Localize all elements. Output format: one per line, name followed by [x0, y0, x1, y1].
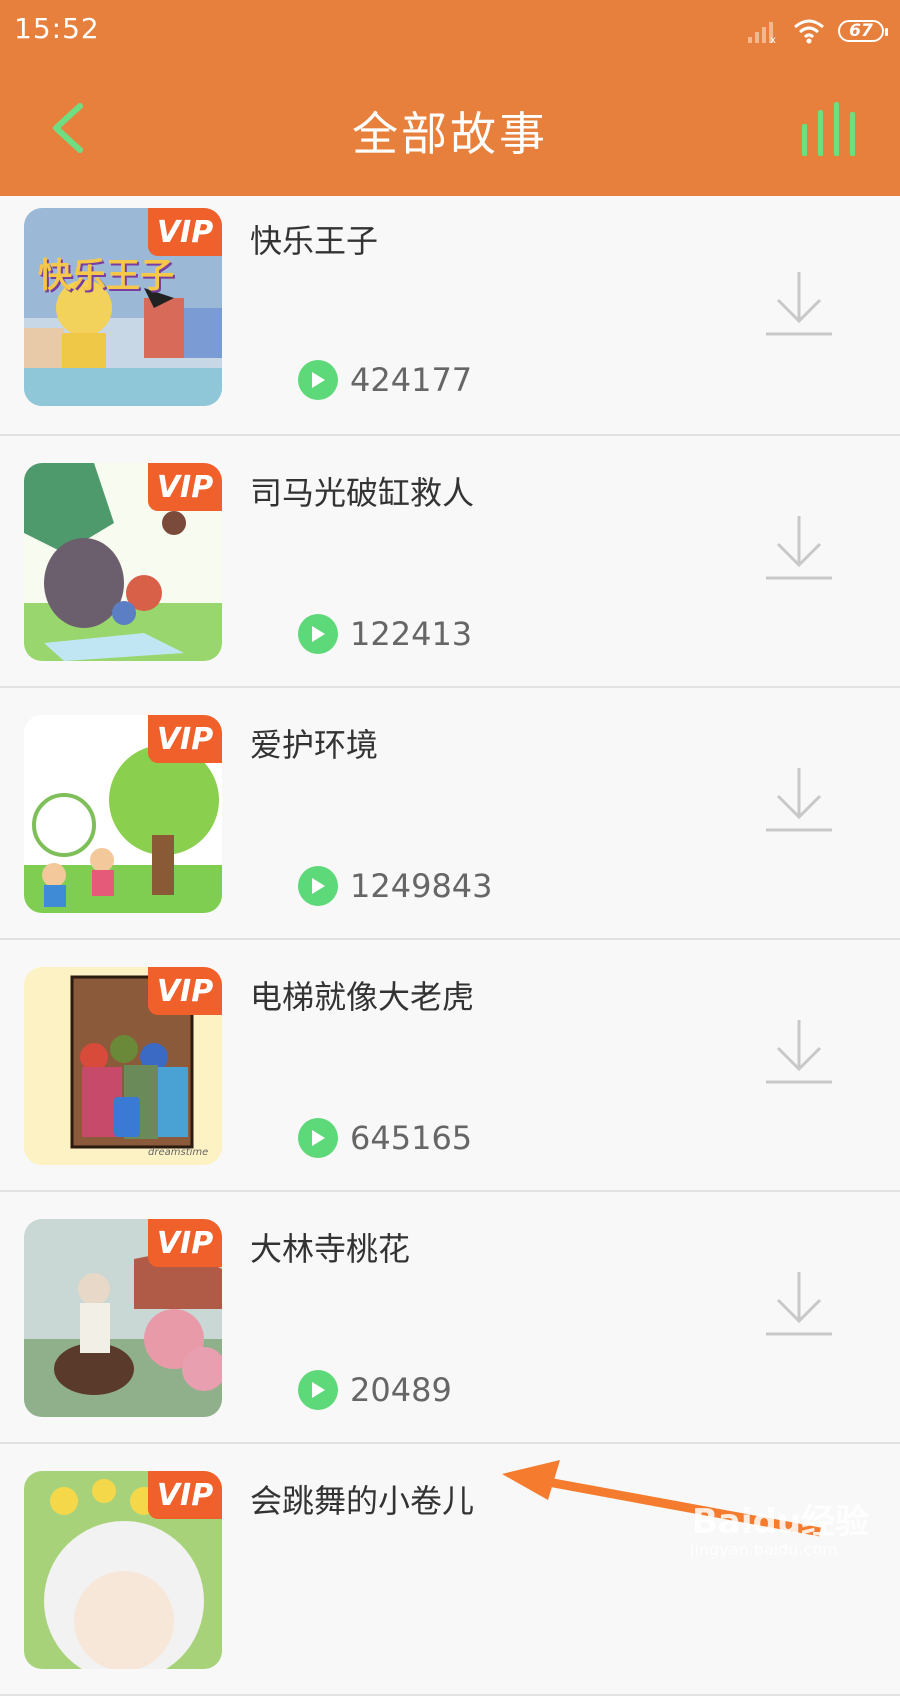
play-icon — [298, 1118, 338, 1158]
signal-icon: x — [748, 22, 776, 43]
play-count-row: 1249843 — [298, 866, 493, 906]
vip-badge: VIP — [148, 1471, 222, 1519]
play-icon — [298, 360, 338, 400]
play-count: 122413 — [350, 615, 473, 653]
watermark: Baidu经验 — [692, 1502, 870, 1542]
play-icon — [298, 1370, 338, 1410]
download-icon — [766, 1020, 832, 1084]
download-button[interactable] — [764, 1016, 834, 1086]
story-cover: VIP — [24, 1219, 222, 1417]
play-icon — [298, 866, 338, 906]
list-item[interactable]: VIP 爱护环境 1249843 — [0, 688, 900, 940]
story-title: 爱护环境 — [250, 726, 379, 764]
download-button[interactable] — [764, 268, 834, 338]
story-title: 大林寺桃花 — [250, 1230, 411, 1268]
list-item[interactable]: VIP 大林寺桃花 20489 — [0, 1192, 900, 1444]
story-cover: VIP 快乐王子 — [24, 208, 222, 406]
download-icon — [766, 768, 832, 832]
download-button[interactable] — [764, 512, 834, 582]
download-icon — [766, 272, 832, 336]
play-icon — [298, 614, 338, 654]
download-button[interactable] — [764, 1268, 834, 1338]
story-cover: VIP — [24, 463, 222, 661]
cover-text: 快乐王子 — [38, 256, 174, 296]
status-icons: x 67 — [746, 14, 888, 48]
bars-icon — [802, 102, 855, 156]
story-title: 会跳舞的小卷儿 — [250, 1482, 475, 1520]
download-button[interactable] — [764, 764, 834, 834]
story-title: 电梯就像大老虎 — [250, 978, 475, 1016]
play-count-row: 20489 — [298, 1370, 452, 1410]
battery-indicator: 67 — [838, 20, 888, 42]
vip-badge: VIP — [148, 1219, 222, 1267]
play-count-row: 424177 — [298, 360, 472, 400]
list-item[interactable]: VIP 快乐王子 快乐王子 424177 — [0, 196, 900, 436]
play-count-row: 122413 — [298, 614, 472, 654]
story-cover: VIP — [24, 715, 222, 913]
play-count-row: 645165 — [298, 1118, 472, 1158]
story-cover: VIP dreamstime — [24, 967, 222, 1165]
wifi-icon — [794, 19, 824, 44]
story-title: 司马光破缸救人 — [250, 474, 475, 512]
page-title: 全部故事 — [352, 107, 548, 161]
svg-text:x: x — [770, 35, 776, 43]
download-icon — [766, 1272, 832, 1336]
vip-badge: VIP — [148, 463, 222, 511]
story-cover: VIP — [24, 1471, 222, 1669]
cover-text: dreamstime — [148, 1147, 209, 1158]
header-bar: 15:52 x 67 全部故事 — [0, 0, 900, 196]
download-icon — [766, 516, 832, 580]
vip-badge: VIP — [148, 715, 222, 763]
playing-bars-button[interactable] — [800, 100, 870, 160]
status-time: 15:52 — [14, 12, 100, 45]
story-title: 快乐王子 — [250, 222, 379, 260]
list-item[interactable]: VIP dreamstime 电梯就像大老虎 645165 — [0, 940, 900, 1192]
play-count: 1249843 — [350, 867, 493, 905]
vip-badge: VIP — [148, 967, 222, 1015]
play-count: 20489 — [350, 1371, 452, 1409]
play-count: 645165 — [350, 1119, 473, 1157]
list-item[interactable]: VIP 司马光破缸救人 122413 — [0, 436, 900, 688]
watermark-url: jingyan.baidu.com — [690, 1540, 838, 1559]
play-count: 424177 — [350, 361, 473, 399]
